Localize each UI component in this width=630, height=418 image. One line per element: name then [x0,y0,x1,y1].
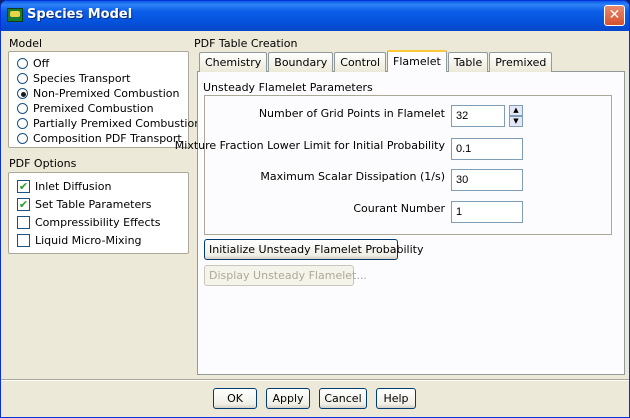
courant-number-input[interactable] [451,201,523,223]
max-scalar-dissipation-input[interactable] [451,169,523,191]
unchecked-box[interactable] [17,216,30,229]
flamelet-tab-panel: Unsteady Flamelet Parameters Number of G… [175,71,625,375]
window-title: Species Model [27,7,133,22]
tab-flamelet[interactable]: Flamelet [387,50,447,72]
radio-non-premixed[interactable] [17,88,28,99]
help-button[interactable]: Help [376,388,416,409]
radio-composition-pdf[interactable] [17,133,28,144]
section-title: Unsteady Flamelet Parameters [203,81,373,94]
pdf-table-tabs: Chemistry Boundary Control Flamelet Tabl… [199,50,553,72]
species-model-dialog: Species Model ✕ Model Off Species Transp… [0,0,630,418]
footer-divider-highlight [1,380,629,381]
courant-number-label: Courant Number [353,202,445,215]
liquid-micro-mixing-checkbox[interactable]: Liquid Micro-Mixing [17,233,142,248]
radio-species-transport[interactable] [17,73,28,84]
display-unsteady-flamelet-button[interactable]: Display Unsteady Flamelet... [204,265,367,286]
tab-table[interactable]: Table [447,52,489,72]
tab-boundary[interactable]: Boundary [268,52,334,72]
mixture-fraction-input[interactable] [451,138,523,160]
apply-button[interactable]: Apply [266,388,310,409]
pdf-options-label: PDF Options [9,157,77,170]
grid-points-input[interactable] [451,105,505,127]
model-label: Model [9,37,43,50]
radio-premixed[interactable] [17,103,28,114]
initialize-flamelet-probability-button[interactable]: Initialize Unsteady Flamelet Probability [204,239,423,260]
inlet-diffusion-checkbox[interactable]: ✔ Inlet Diffusion [17,179,111,194]
tab-chemistry[interactable]: Chemistry [199,52,268,72]
close-button[interactable]: ✕ [604,5,625,26]
spin-up-icon[interactable]: ▲ [509,105,523,116]
pdf-options-group: ✔ Inlet Diffusion ✔ Set Table Parameters… [8,172,189,254]
app-icon [7,8,23,22]
compressibility-effects-checkbox[interactable]: Compressibility Effects [17,215,161,230]
model-option-species-transport[interactable]: Species Transport [17,71,130,86]
model-group: Off Species Transport Non-Premixed Combu… [8,51,201,148]
radio-off[interactable] [17,58,28,69]
model-option-non-premixed[interactable]: Non-Premixed Combustion [17,86,179,101]
title-bar[interactable]: Species Model ✕ [1,1,629,31]
model-option-premixed[interactable]: Premixed Combustion [17,101,154,116]
set-table-parameters-checkbox[interactable]: ✔ Set Table Parameters [17,197,151,212]
mixture-fraction-label: Mixture Fraction Lower Limit for Initial… [174,139,445,152]
tab-control[interactable]: Control [334,52,387,72]
check-icon[interactable]: ✔ [17,180,30,193]
tab-premixed[interactable]: Premixed [489,52,553,72]
model-option-partially-premixed[interactable]: Partially Premixed Combustion [17,116,201,131]
radio-partially-premixed[interactable] [17,118,28,129]
grid-points-spinner[interactable]: ▲ ▼ [509,105,523,127]
model-option-composition-pdf[interactable]: Composition PDF Transport [17,131,182,146]
max-scalar-dissipation-label: Maximum Scalar Dissipation (1/s) [260,170,445,183]
cancel-button[interactable]: Cancel [319,388,367,409]
unchecked-box[interactable] [17,234,30,247]
pdf-table-creation-label: PDF Table Creation [194,37,298,50]
model-option-off[interactable]: Off [17,56,49,71]
ok-button[interactable]: OK [213,388,257,409]
unsteady-flamelet-parameters-box: Number of Grid Points in Flamelet ▲ ▼ Mi… [175,95,612,235]
grid-points-label: Number of Grid Points in Flamelet [258,107,445,120]
check-icon[interactable]: ✔ [17,198,30,211]
spin-down-icon[interactable]: ▼ [509,116,523,127]
